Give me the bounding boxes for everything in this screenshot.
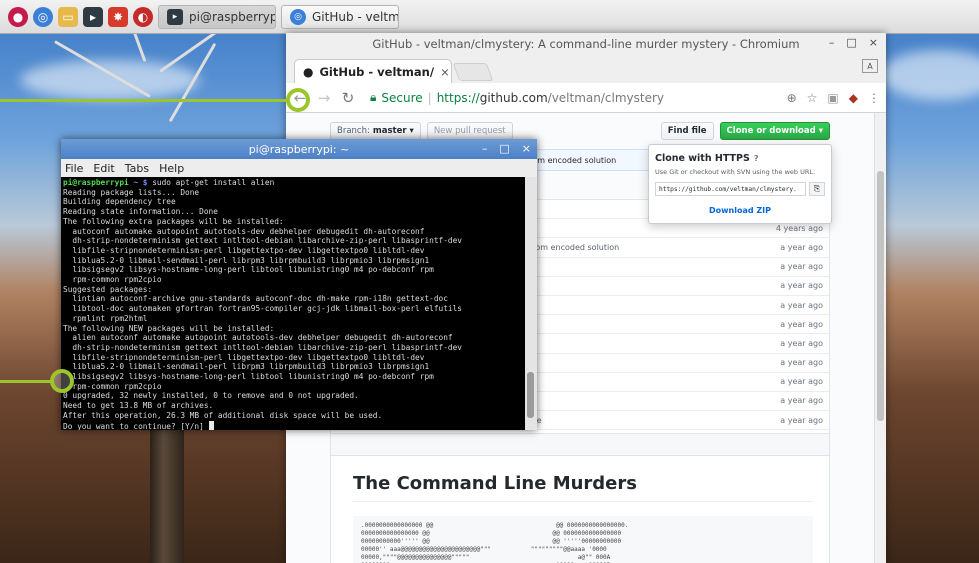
terminal-titlebar[interactable]: pi@raspberrypi: ~ – □ × bbox=[61, 139, 537, 159]
find-file-button[interactable]: Find file bbox=[660, 122, 714, 140]
clone-description: Use Git or checkout with SVN using the w… bbox=[655, 168, 816, 176]
branch-select[interactable]: Branch: master ▾ bbox=[330, 122, 421, 140]
url-path: /veltman/clmystery bbox=[547, 90, 665, 105]
mathematica-icon[interactable]: ✸ bbox=[108, 6, 128, 27]
clipboard-icon[interactable]: ⎘ bbox=[809, 182, 825, 196]
file-manager-icon[interactable]: ▭ bbox=[58, 6, 78, 27]
menu-edit[interactable]: Edit bbox=[93, 162, 114, 175]
callout-ring-top bbox=[286, 88, 310, 112]
tab-strip: ● GitHub - veltman/ × A bbox=[286, 55, 886, 83]
close-button[interactable]: × bbox=[869, 36, 878, 49]
row-age: a year ago bbox=[780, 377, 823, 387]
menu-tabs[interactable]: Tabs bbox=[125, 162, 149, 175]
caret-down-icon: ▾ bbox=[409, 126, 414, 136]
terminal-launcher-icon[interactable]: ▸ bbox=[83, 6, 103, 27]
terminal-maximize-button[interactable]: □ bbox=[499, 142, 509, 155]
download-zip-link[interactable]: Download ZIP bbox=[655, 206, 825, 215]
menu-icon[interactable]: ⋮ bbox=[868, 91, 880, 105]
star-icon[interactable]: ☆ bbox=[807, 91, 818, 105]
secure-label: Secure bbox=[381, 90, 423, 105]
menu-help[interactable]: Help bbox=[159, 162, 184, 175]
command-output: Reading package lists... Done Building d… bbox=[63, 187, 463, 430]
zoom-icon[interactable]: ⊕ bbox=[787, 91, 797, 105]
reload-icon[interactable]: ↻ bbox=[340, 89, 356, 107]
row-age: a year ago bbox=[780, 415, 823, 425]
new-tab-button[interactable] bbox=[452, 63, 494, 81]
callout-ring-bottom bbox=[50, 369, 74, 393]
prompt-user: pi@raspberrypi bbox=[63, 178, 129, 187]
readme: The Command Line Murders .00000000000000… bbox=[330, 433, 830, 563]
profile-badge[interactable]: A bbox=[862, 59, 878, 73]
terminal-minimize-button[interactable]: – bbox=[482, 142, 488, 155]
repo-toolbar: Branch: master ▾ New pull request Find f… bbox=[330, 121, 830, 141]
forward-arrow-icon[interactable]: → bbox=[316, 89, 332, 107]
callout-line-bottom bbox=[0, 380, 52, 383]
clone-download-button[interactable]: Clone or download ▾ bbox=[719, 122, 830, 140]
clone-url-input[interactable]: https://github.com/veltman/clmystery. bbox=[655, 182, 806, 196]
terminal-icon: ▸ bbox=[167, 8, 183, 25]
caret-down-icon: ▾ bbox=[818, 126, 823, 136]
taskbar-task-terminal[interactable]: ▸ pi@raspberrypi: ~ bbox=[158, 4, 276, 29]
terminal-output[interactable]: pi@raspberrypi ~ $ sudo apt-get install … bbox=[61, 177, 525, 430]
url-host: github.com bbox=[479, 90, 548, 105]
taskbar: ● ◎ ▭ ▸ ✸ ◐ ▸ pi@raspberrypi: ~ ◎ GitHub… bbox=[0, 0, 979, 34]
command-text: sudo apt-get install alien bbox=[147, 178, 275, 187]
row-age: a year ago bbox=[780, 300, 823, 310]
url-scheme: https:// bbox=[436, 90, 480, 105]
page-scrollbar[interactable] bbox=[874, 113, 886, 563]
ascii-art: .0000000000000000 @@ @@ 0000000000000000… bbox=[353, 516, 813, 563]
new-pull-request-button[interactable]: New pull request bbox=[426, 122, 513, 140]
row-age: a year ago bbox=[780, 242, 823, 252]
row-age: a year ago bbox=[780, 319, 823, 329]
wolfram-icon[interactable]: ◐ bbox=[133, 6, 153, 27]
github-icon: ● bbox=[303, 64, 314, 79]
terminal-close-button[interactable]: × bbox=[522, 142, 531, 155]
row-age: a year ago bbox=[780, 281, 823, 291]
menu-file[interactable]: File bbox=[65, 162, 83, 175]
maximize-button[interactable]: □ bbox=[846, 36, 856, 49]
ublock-icon[interactable]: ◆ bbox=[849, 91, 858, 105]
help-icon[interactable]: ? bbox=[754, 154, 759, 163]
chromium-icon: ◎ bbox=[290, 8, 306, 25]
taskbar-task-chromium[interactable]: ◎ GitHub - veltman/cl... bbox=[281, 4, 399, 29]
row-age: a year ago bbox=[780, 358, 823, 368]
raspberry-menu-icon[interactable]: ● bbox=[8, 6, 28, 27]
row-age: a year ago bbox=[780, 262, 823, 272]
row-age: a year ago bbox=[780, 396, 823, 406]
row-age: 4 years ago bbox=[775, 223, 823, 233]
terminal-scrollbar[interactable] bbox=[525, 177, 537, 430]
readme-header bbox=[331, 434, 829, 456]
row-age: a year ago bbox=[780, 338, 823, 348]
browser-titlebar[interactable]: GitHub - veltman/clmystery: A command-li… bbox=[286, 33, 886, 55]
address-bar[interactable]: 🔒︎ Secure | https:// github.com /veltman… bbox=[364, 87, 779, 109]
tab-github[interactable]: ● GitHub - veltman/ × bbox=[294, 59, 452, 83]
tab-close-icon[interactable]: × bbox=[440, 65, 450, 79]
minimize-button[interactable]: – bbox=[829, 36, 835, 49]
readme-title: The Command Line Murders bbox=[353, 473, 813, 502]
lock-icon: 🔒︎ bbox=[370, 90, 377, 104]
text-cursor bbox=[208, 420, 214, 430]
extension-icon[interactable]: ▣ bbox=[827, 91, 838, 105]
toolbar: ← → ↻ 🔒︎ Secure | https:// github.com /v… bbox=[286, 83, 886, 113]
clone-popup: Clone with HTTPS? Use Git or checkout wi… bbox=[648, 144, 832, 224]
prompt-dir: ~ $ bbox=[133, 178, 148, 187]
terminal-window: pi@raspberrypi: ~ – □ × File Edit Tabs H… bbox=[61, 139, 537, 430]
terminal-menubar: File Edit Tabs Help bbox=[61, 159, 537, 177]
browser-launcher-icon[interactable]: ◎ bbox=[33, 6, 53, 27]
callout-line-top bbox=[0, 99, 288, 102]
